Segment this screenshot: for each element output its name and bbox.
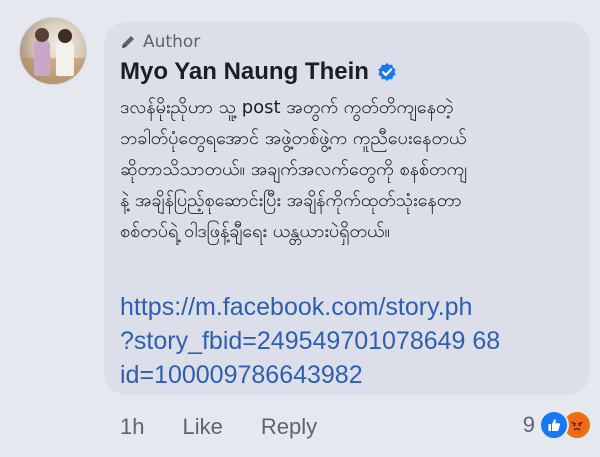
reaction-summary[interactable]: 9: [523, 410, 592, 440]
reply-button[interactable]: Reply: [261, 414, 317, 440]
story-link-line[interactable]: https://m.facebook.com/story.ph: [120, 290, 572, 324]
like-icon: [539, 410, 569, 440]
story-link-line[interactable]: id=100009786643982: [120, 358, 572, 392]
comment-bubble: Author Myo Yan Naung Thein ဒလန်မိုးညိုဟာ…: [104, 22, 590, 395]
story-link[interactable]: https://m.facebook.com/story.ph ?story_f…: [120, 290, 572, 392]
author-name[interactable]: Myo Yan Naung Thein: [120, 58, 369, 86]
story-link-line[interactable]: ?story_fbid=249549701078649 68: [120, 324, 572, 358]
comment-actions: 1h Like Reply: [120, 414, 317, 440]
pencil-icon: [122, 36, 134, 48]
author-badge-label: Author: [143, 32, 201, 52]
like-button[interactable]: Like: [182, 414, 222, 440]
verified-badge-icon: [378, 63, 396, 81]
comment-body: ဒလန်မိုးညိုဟာ သူ့ post အတွက် ကွတ်တိကျနေတ…: [120, 92, 580, 247]
comment-timestamp[interactable]: 1h: [120, 414, 144, 440]
author-avatar[interactable]: [20, 18, 86, 84]
comment-body-line: စစ်တပ်ရဲ့ ဝါဒဖြန့်ချီရေး ယန္တယားပဲရှိတယ်…: [120, 221, 390, 242]
comment-body-line: ဘခါတ်ပုံတွေရအောင် အဖွဲ့တစ်ဖွဲ့က ကူညီပေးန…: [120, 128, 467, 149]
comment-body-line: နဲ့ အချိန်ပြည့်စုဆောင်းပြီး အချိန်ကိုက်ထ…: [120, 190, 462, 211]
author-badge: Author: [120, 32, 200, 52]
comment-body-line: ဆိုတာသိသာတယ်။ အချက်အလက်တွေကို စနစ်တကျ: [120, 159, 468, 180]
comment-body-line: ဒလန်မိုးညိုဟာ သူ့ post အတွက် ကွတ်တိကျနေတ…: [120, 97, 454, 118]
reaction-count: 9: [522, 412, 535, 437]
